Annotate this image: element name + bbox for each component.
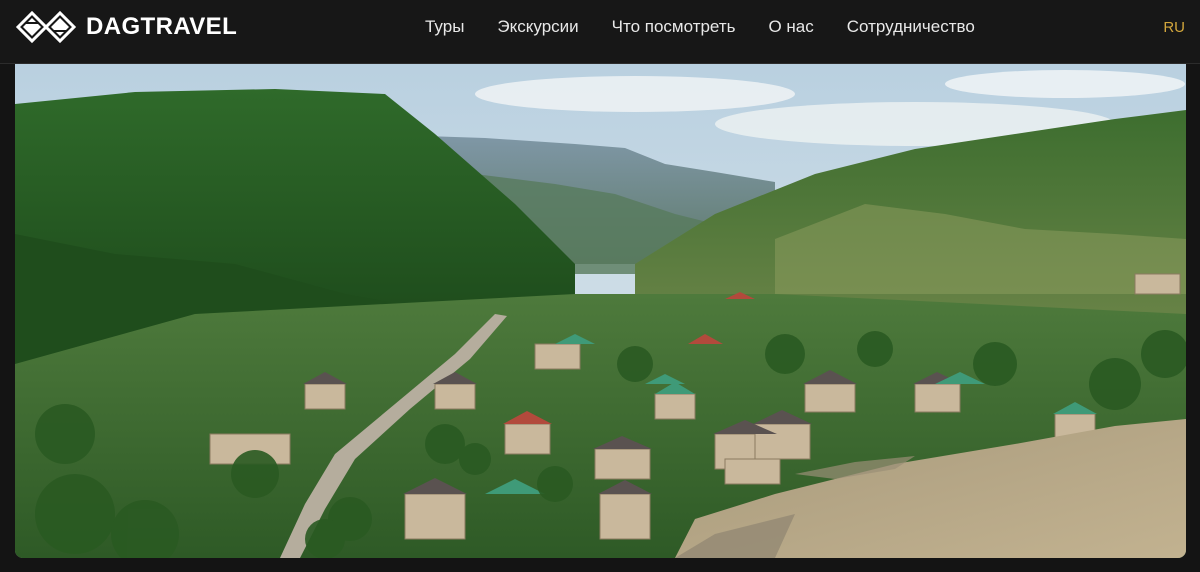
language-switcher[interactable]: RU [1163, 19, 1185, 36]
site-header: DAGTRAVEL Туры Экскурсии Что посмотреть … [0, 0, 1200, 64]
main-nav: Туры Экскурсии Что посмотреть О нас Сотр… [425, 17, 1008, 37]
logo[interactable]: DAGTRAVEL [14, 9, 237, 45]
hero-image [15, 64, 1186, 558]
dagtravel-diamond-logo-icon [15, 10, 77, 44]
landscape-photo [15, 64, 1186, 558]
nav-item-excursions[interactable]: Экскурсии [497, 17, 578, 37]
nav-item-tours[interactable]: Туры [425, 17, 464, 37]
brand-name: DAGTRAVEL [86, 13, 238, 40]
nav-item-partnership[interactable]: Сотрудничество [847, 17, 975, 37]
nav-item-what-to-see[interactable]: Что посмотреть [612, 17, 736, 37]
nav-item-about[interactable]: О нас [768, 17, 813, 37]
